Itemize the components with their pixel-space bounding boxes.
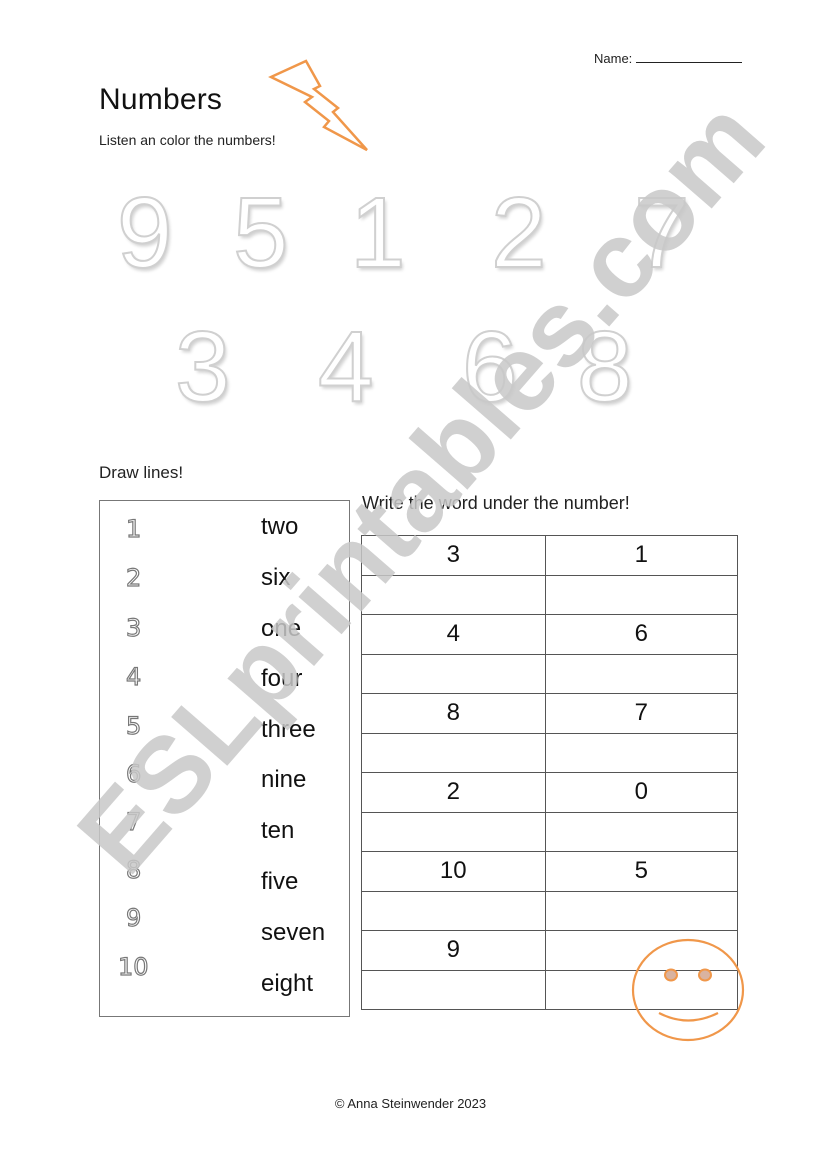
match-number[interactable]: 3 [125,613,142,642]
number-cell: 8 [361,693,546,734]
number-cell: 10 [361,851,546,892]
smiley-face-icon [631,938,745,1042]
number-cell: 0 [544,772,739,813]
number-cell: 9 [361,930,546,971]
match-word[interactable]: three [261,716,316,744]
match-number[interactable]: 7 [125,807,142,836]
match-word[interactable]: one [261,615,301,643]
match-number[interactable]: 4 [125,662,142,691]
answer-row [361,811,739,852]
match-number[interactable]: 8 [125,855,142,884]
instruction-write-words: Write the word under the number! [362,493,630,513]
number-cell: 5 [544,851,739,892]
color-digit[interactable]: 8 [576,316,634,418]
number-row: 87 [361,693,739,734]
answer-cell[interactable] [361,574,546,615]
number-row: 20 [361,772,739,813]
match-word[interactable]: seven [261,919,325,947]
answer-cell[interactable] [544,574,739,615]
match-number[interactable]: 2 [125,563,142,592]
color-digit[interactable]: 9 [116,182,174,284]
lightning-bolt-icon [268,59,368,152]
number-cell: 1 [544,535,739,576]
color-digit[interactable]: 5 [232,182,290,284]
match-number[interactable]: 1 [125,514,142,543]
match-number[interactable]: 10 [117,952,149,981]
answer-cell[interactable] [544,811,739,852]
color-digit[interactable]: 7 [633,182,691,284]
color-digit[interactable]: 6 [461,316,519,418]
match-word[interactable]: nine [261,766,306,794]
number-cell: 7 [544,693,739,734]
answer-cell[interactable] [361,969,546,1010]
number-row: 31 [361,535,739,576]
color-digit[interactable]: 1 [349,182,407,284]
match-number[interactable]: 5 [125,711,142,740]
match-word[interactable]: four [261,665,302,693]
answer-cell[interactable] [544,653,739,694]
match-word[interactable]: ten [261,817,294,845]
color-digit[interactable]: 3 [174,316,232,418]
number-cell: 6 [544,614,739,655]
answer-cell[interactable] [361,653,546,694]
match-number[interactable]: 6 [125,759,142,788]
answer-cell[interactable] [361,732,546,773]
number-cell: 3 [361,535,546,576]
color-digit[interactable]: 4 [317,316,375,418]
answer-row [361,890,739,931]
answer-cell[interactable] [361,811,546,852]
instruction-draw-lines: Draw lines! [99,463,184,482]
match-word[interactable]: two [261,513,298,541]
match-number[interactable]: 9 [125,903,142,932]
match-word[interactable]: five [261,868,298,896]
answer-cell[interactable] [544,732,739,773]
answer-row [361,653,739,694]
answer-row [361,574,739,615]
number-row: 10 5 [361,851,739,892]
number-row: 46 [361,614,739,655]
answer-cell[interactable] [361,890,546,931]
color-digit[interactable]: 2 [490,182,548,284]
number-cell: 4 [361,614,546,655]
answer-row [361,732,739,773]
answer-cell[interactable] [544,890,739,931]
match-word[interactable]: six [261,564,290,592]
copyright-footer: © Anna Steinwender 2023 [334,1096,487,1111]
number-cell: 2 [361,772,546,813]
match-word[interactable]: eight [261,970,313,998]
